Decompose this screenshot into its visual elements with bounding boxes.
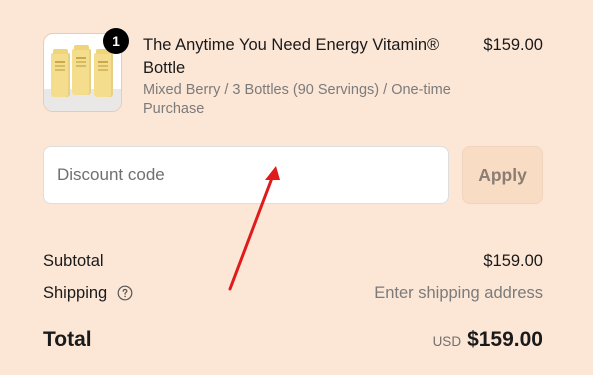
bottle-image [94, 49, 113, 97]
bottle-image [72, 45, 91, 95]
total-price-group: USD $159.00 [433, 325, 543, 357]
apply-button[interactable]: Apply [462, 146, 543, 204]
total-label: Total [43, 328, 92, 351]
currency-code: USD [432, 334, 462, 349]
shipping-value: Enter shipping address [374, 284, 543, 302]
question-circle-icon[interactable] [117, 285, 133, 301]
shipping-label: Shipping [43, 284, 108, 302]
product-title: The Anytime You Need Energy Vitamin® Bot… [143, 36, 440, 77]
product-variant: Mixed Berry / 3 Bottles (90 Servings) / … [143, 82, 451, 117]
line-item: 1 The Anytime You Need Energy Vitamin® B… [43, 28, 543, 123]
bottle-image [51, 49, 70, 97]
line-item-price: $159.00 [483, 36, 543, 54]
discount-code-input[interactable] [43, 146, 449, 204]
quantity-badge: 1 [103, 28, 129, 54]
total-value: $159.00 [467, 328, 543, 351]
subtotal-label: Subtotal [43, 252, 104, 270]
subtotal-value: $159.00 [483, 252, 543, 270]
